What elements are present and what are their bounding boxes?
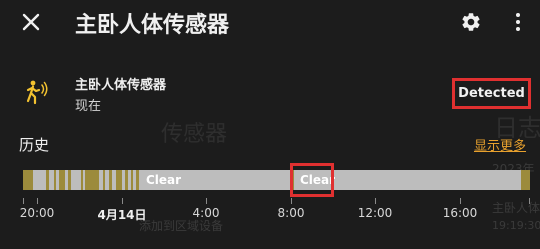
axis-tick bbox=[23, 198, 24, 204]
motion-sensor-icon bbox=[24, 79, 48, 105]
detected-segment[interactable] bbox=[59, 170, 65, 190]
axis-tick-label: 12:00 bbox=[357, 206, 393, 220]
axis-tick-label: 20:00 bbox=[19, 206, 55, 220]
detected-segment[interactable] bbox=[109, 170, 112, 190]
axis-tick bbox=[291, 198, 292, 204]
axis-tick-label: 4:00 bbox=[192, 206, 220, 220]
dialog-title: 主卧人体传感器 bbox=[75, 13, 230, 38]
detected-segment[interactable] bbox=[521, 170, 530, 190]
axis-tick-label: 8:00 bbox=[277, 206, 305, 220]
time-axis bbox=[23, 198, 530, 204]
close-icon bbox=[22, 13, 40, 31]
highlight-box bbox=[290, 163, 334, 197]
detected-segment[interactable] bbox=[85, 170, 99, 190]
timeline-clear-label: Clear bbox=[146, 173, 182, 187]
axis-tick bbox=[460, 198, 461, 204]
detected-segment[interactable] bbox=[68, 170, 71, 190]
axis-tick bbox=[375, 198, 376, 204]
axis-tick bbox=[206, 198, 207, 204]
detected-segment[interactable] bbox=[103, 170, 105, 190]
background-time: 19:19:30 bbox=[492, 219, 540, 232]
detected-segment[interactable] bbox=[46, 170, 49, 190]
detected-segment[interactable] bbox=[54, 170, 56, 190]
axis-tick bbox=[37, 198, 38, 204]
detected-segment[interactable] bbox=[125, 170, 128, 190]
detected-segment[interactable] bbox=[136, 170, 139, 190]
detected-segment[interactable] bbox=[23, 170, 33, 190]
more-options-button[interactable] bbox=[508, 8, 528, 36]
close-button[interactable] bbox=[18, 9, 44, 35]
axis-tick bbox=[529, 198, 530, 204]
detected-segment[interactable] bbox=[131, 170, 133, 190]
more-vertical-icon bbox=[516, 13, 520, 31]
axis-tick-label: 16:00 bbox=[442, 206, 478, 220]
entity-state-badge: Detected bbox=[452, 78, 531, 109]
gear-icon bbox=[462, 13, 480, 31]
detected-segment[interactable] bbox=[81, 170, 83, 190]
entity-last-changed: 现在 bbox=[75, 99, 102, 114]
history-timeline[interactable] bbox=[23, 170, 530, 190]
entity-name: 主卧人体传感器 bbox=[75, 78, 167, 93]
settings-button[interactable] bbox=[457, 8, 485, 36]
show-more-link[interactable]: 显示更多 bbox=[474, 135, 526, 154]
history-title: 历史 bbox=[19, 136, 50, 154]
axis-tick-label: 4月14日 bbox=[97, 208, 147, 222]
axis-tick bbox=[122, 198, 123, 204]
background-sensor-heading: 传感器 bbox=[161, 122, 228, 147]
detected-segment[interactable] bbox=[116, 170, 122, 190]
